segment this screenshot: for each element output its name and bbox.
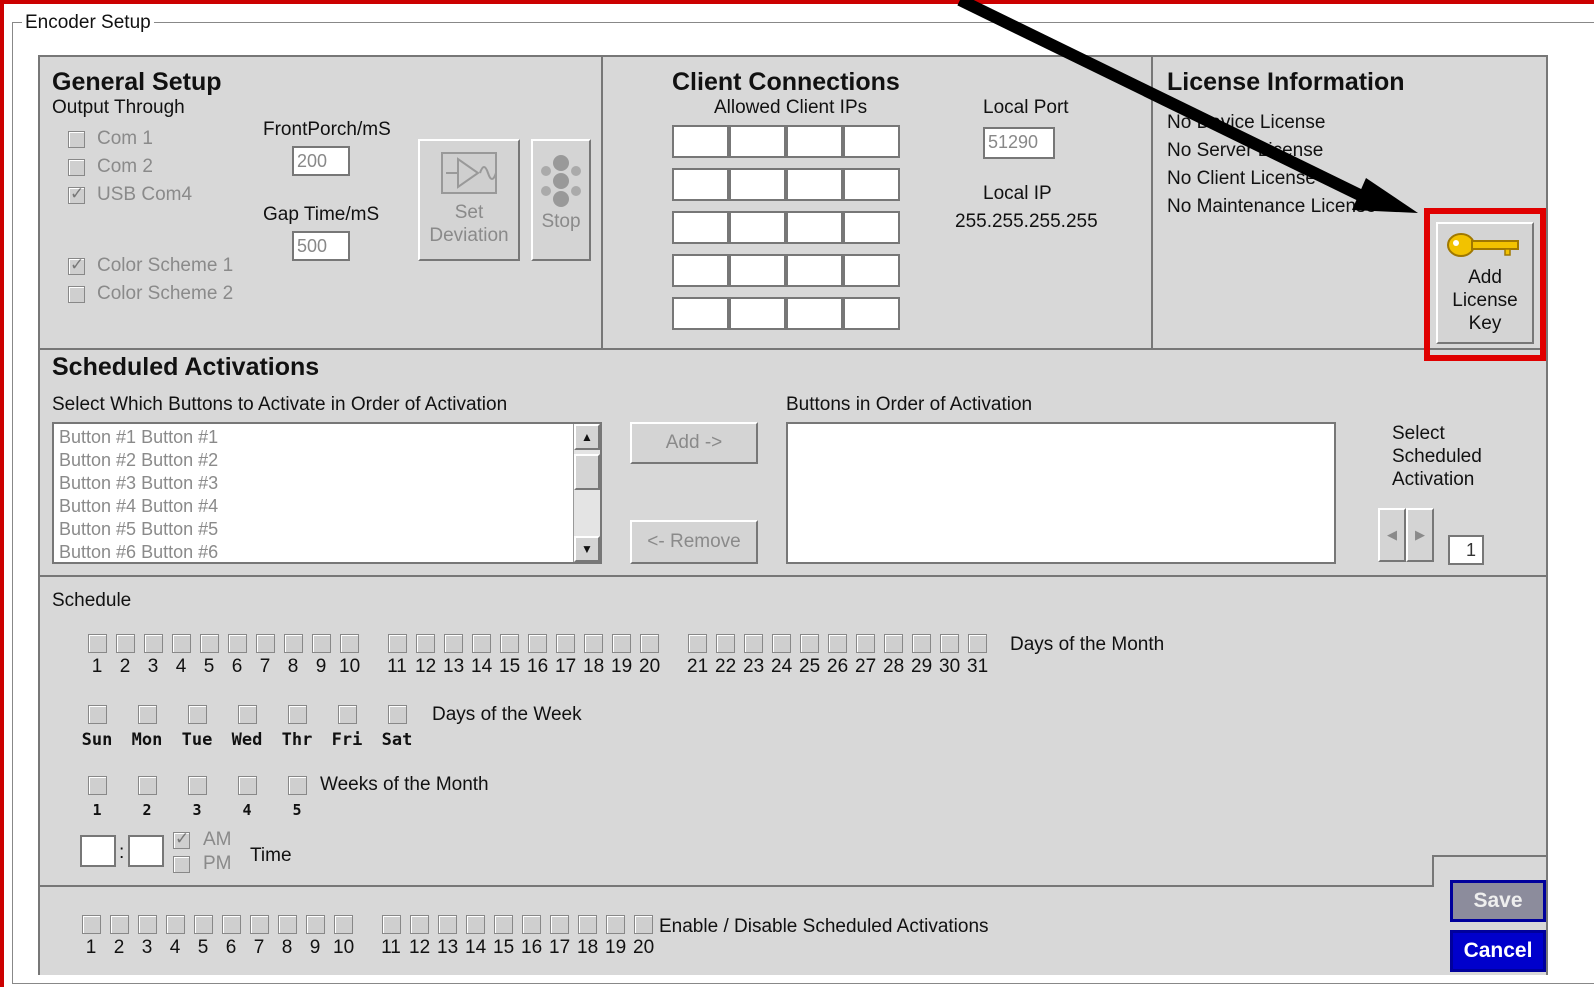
annotation-arrow <box>957 0 1418 213</box>
arrow-head <box>1352 178 1418 213</box>
